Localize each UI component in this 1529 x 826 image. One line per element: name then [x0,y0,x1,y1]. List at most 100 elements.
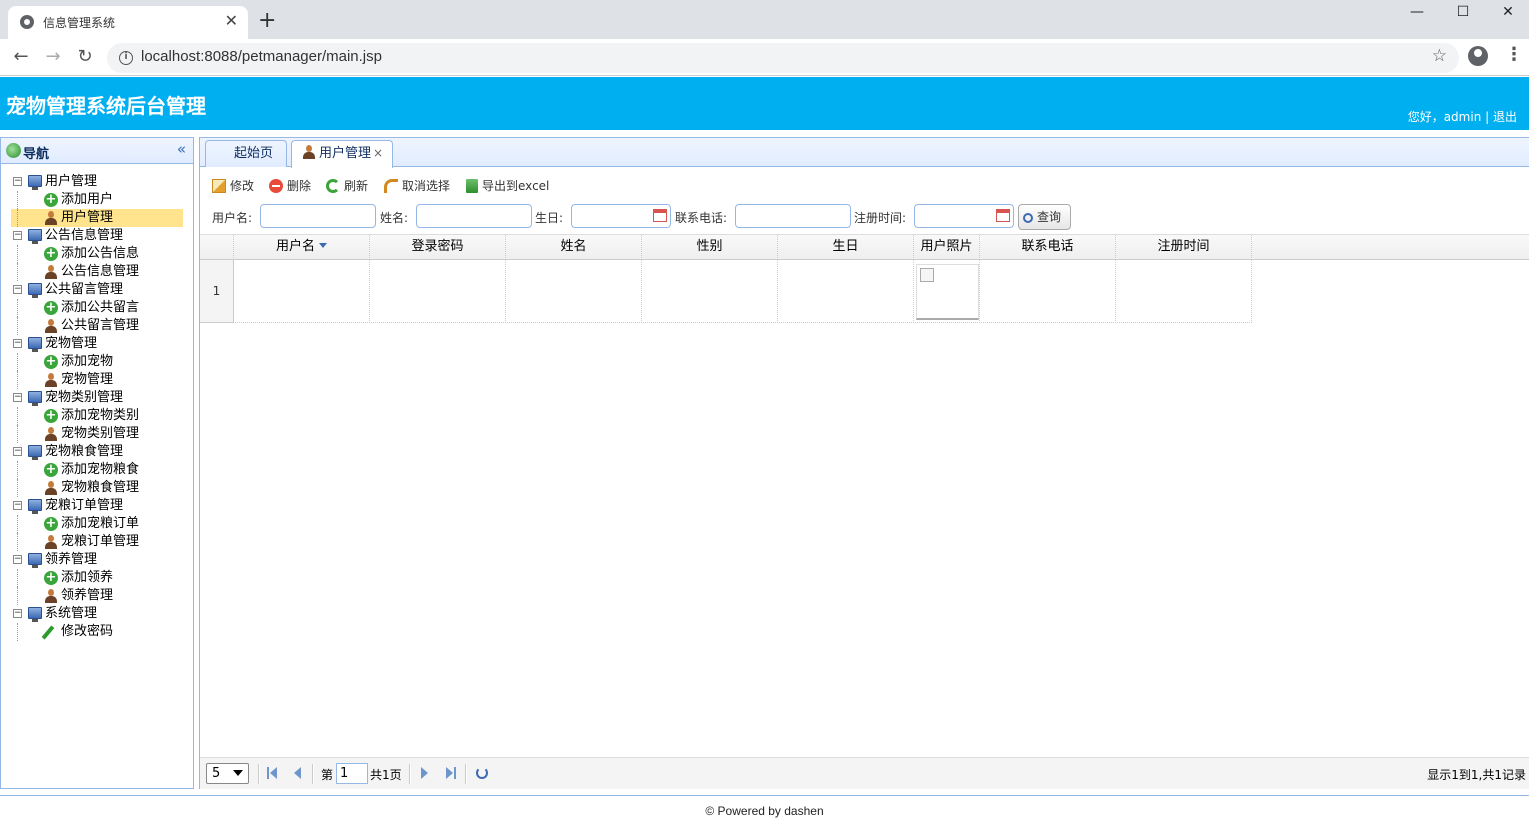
reload-icon[interactable] [476,767,488,779]
collapse-toggle-icon[interactable]: − [13,339,22,348]
nav-item[interactable]: 宠物类别管理 [1,425,193,443]
nav-group[interactable]: − 领养管理 [1,551,193,569]
col-header-regtime[interactable]: 注册时间 [1116,235,1252,260]
pager-divider [258,764,260,784]
username-input[interactable] [260,204,376,228]
globe-icon [6,143,21,158]
cell-password[interactable] [370,260,506,323]
phone-input[interactable] [735,204,851,228]
tree-line [17,533,18,551]
nav-item[interactable]: + 添加用户 [1,191,193,209]
nav-item[interactable]: 宠物管理 [1,371,193,389]
calendar-icon[interactable] [996,209,1010,222]
query-button[interactable]: 查询 [1018,204,1071,230]
collapse-toggle-icon[interactable]: − [13,447,22,456]
nav-item-label: 修改密码 [61,624,114,639]
col-header-username[interactable]: 用户名 [234,235,370,260]
tab-start-page[interactable]: 起始页 [205,140,287,167]
nav-group-label: 宠粮订单管理 [45,498,124,513]
table-row[interactable] [200,260,1252,323]
account-icon[interactable] [1468,46,1488,66]
nav-item[interactable]: + 添加领养 [1,569,193,587]
cell-gender[interactable] [642,260,778,323]
regtime-datepicker[interactable] [914,204,1014,228]
tree-line [17,191,18,209]
new-tab-button[interactable]: + [258,6,276,36]
browser-tab[interactable]: 信息管理系统 ✕ [8,6,248,39]
collapse-toggle-icon[interactable]: − [13,609,22,618]
close-tab-icon[interactable]: ✕ [225,11,238,30]
tree-line [17,209,18,227]
collapse-toggle-icon[interactable]: − [13,231,22,240]
reload-button[interactable]: ↻ [72,45,98,71]
unselect-button[interactable]: 取消选择 [384,176,450,196]
grid-header: 用户名 登录密码 姓名 性别 生日 用户照片 联系电话 注册时间 [200,234,1529,260]
forward-button[interactable]: → [40,45,66,71]
refresh-button[interactable]: 刷新 [326,176,368,196]
page-number-input[interactable]: 1 [336,763,368,784]
tab-label: 起始页 [234,146,274,161]
collapse-icon[interactable]: « [177,140,186,158]
export-excel-button[interactable]: 导出到excel [466,176,549,196]
col-header-photo[interactable]: 用户照片 [914,235,980,260]
nav-item[interactable]: 修改密码 [1,623,193,641]
col-header-phone[interactable]: 联系电话 [980,235,1116,260]
nav-group[interactable]: − 用户管理 [1,173,193,191]
cell-username[interactable] [234,260,370,323]
collapse-toggle-icon[interactable]: − [13,555,22,564]
nav-item[interactable]: + 添加宠粮订单 [1,515,193,533]
browser-menu-icon[interactable]: ⋮ [1505,44,1523,65]
nav-item[interactable]: + 添加宠物 [1,353,193,371]
nav-item[interactable]: + 添加宠物类别 [1,407,193,425]
address-url[interactable]: localhost:8088/petmanager/main.jsp [141,48,382,65]
nav-group[interactable]: − 公共留言管理 [1,281,193,299]
nav-item[interactable]: 公告信息管理 [1,263,193,281]
export-label: 导出到excel [482,179,550,193]
col-header-name[interactable]: 姓名 [506,235,642,260]
nav-group[interactable]: − 宠物类别管理 [1,389,193,407]
collapse-toggle-icon[interactable]: − [13,501,22,510]
nav-item[interactable]: + 添加公共留言 [1,299,193,317]
nav-item[interactable]: 宠粮订单管理 [1,533,193,551]
delete-button[interactable]: 删除 [269,176,311,196]
page-size-select[interactable]: 5 [206,763,249,784]
collapse-toggle-icon[interactable]: − [13,177,22,186]
col-header-birthday[interactable]: 生日 [778,235,914,260]
cell-regtime[interactable] [1116,260,1252,323]
edit-button[interactable]: 修改 [212,176,254,196]
col-header-gender[interactable]: 性别 [642,235,778,260]
cell-name[interactable] [506,260,642,323]
nav-group[interactable]: − 宠粮订单管理 [1,497,193,515]
maximize-button[interactable]: ☐ [1440,0,1486,28]
next-page-icon[interactable] [421,767,428,779]
nav-item[interactable]: 宠物粮食管理 [1,479,193,497]
nav-group[interactable]: − 系统管理 [1,605,193,623]
logout-link[interactable]: 退出 [1493,110,1517,124]
nav-item[interactable]: 领养管理 [1,587,193,605]
tab-user-management[interactable]: 用户管理 × [291,140,393,168]
collapse-toggle-icon[interactable]: − [13,393,22,402]
minimize-button[interactable]: — [1394,0,1440,28]
cell-phone[interactable] [980,260,1116,323]
nav-group[interactable]: − 宠物粮食管理 [1,443,193,461]
nav-item[interactable]: 公共留言管理 [1,317,193,335]
bookmark-star-icon[interactable]: ☆ [1432,46,1447,66]
collapse-toggle-icon[interactable]: − [13,285,22,294]
tab-close-icon[interactable]: × [373,146,383,160]
prev-page-icon[interactable] [294,767,301,779]
nav-group[interactable]: − 公告信息管理 [1,227,193,245]
nav-item[interactable]: 用户管理 [11,209,183,227]
nav-group[interactable]: − 宠物管理 [1,335,193,353]
close-window-button[interactable]: ✕ [1485,0,1529,28]
info-icon[interactable]: i [119,51,133,65]
col-header-password[interactable]: 登录密码 [370,235,506,260]
nav-item[interactable]: + 添加宠物粮食 [1,461,193,479]
computer-icon [28,175,42,190]
name-input[interactable] [416,204,532,228]
address-bar[interactable]: i localhost:8088/petmanager/main.jsp ☆ [107,43,1459,73]
back-button[interactable]: ← [8,45,34,71]
birthday-datepicker[interactable] [571,204,671,228]
cell-birthday[interactable] [778,260,914,323]
nav-item[interactable]: + 添加公告信息 [1,245,193,263]
calendar-icon[interactable] [653,209,667,222]
